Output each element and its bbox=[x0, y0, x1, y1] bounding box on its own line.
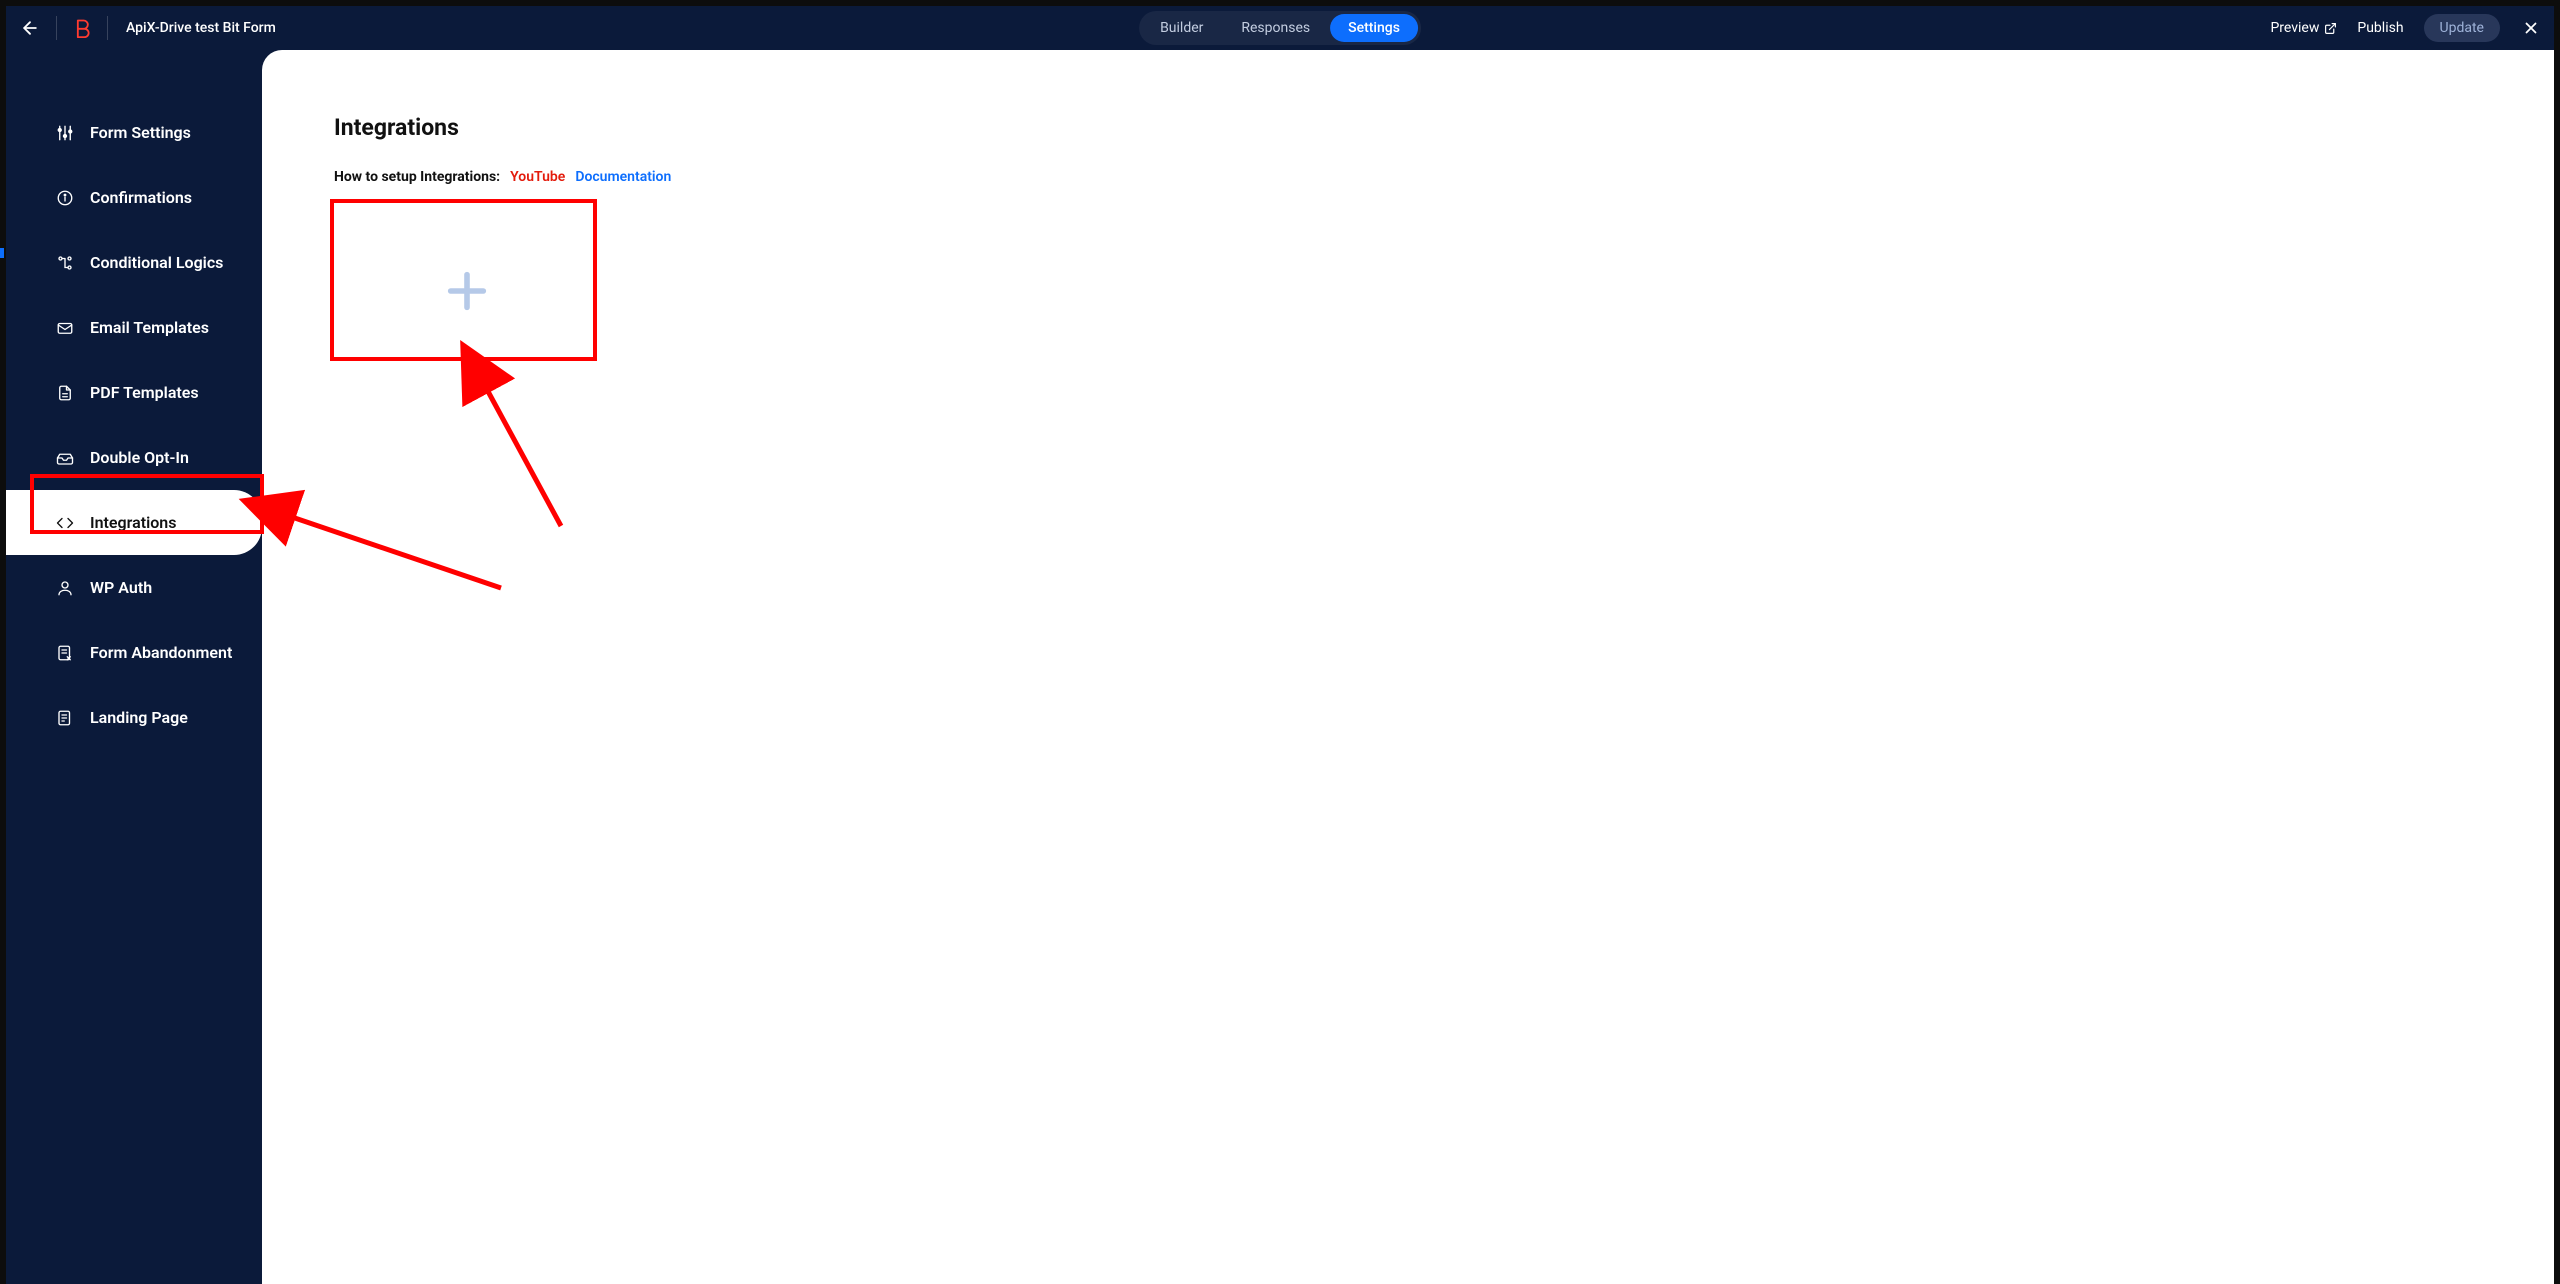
help-line: How to setup Integrations: YouTube Docum… bbox=[334, 169, 2482, 185]
top-bar: ApiX-Drive test Bit Form Builder Respons… bbox=[6, 6, 2554, 50]
sidebar-item-label: Form Settings bbox=[90, 123, 191, 142]
arrow-left-icon bbox=[20, 18, 40, 38]
sidebar-item-label: PDF Templates bbox=[90, 383, 199, 402]
sidebar-item-confirmations[interactable]: Confirmations bbox=[6, 165, 262, 230]
sidebar-item-pdf-templates[interactable]: PDF Templates bbox=[6, 360, 262, 425]
branch-icon bbox=[56, 254, 74, 272]
info-icon bbox=[56, 189, 74, 207]
app-window: ApiX-Drive test Bit Form Builder Respons… bbox=[6, 6, 2554, 1284]
code-icon bbox=[56, 514, 74, 532]
sidebar-item-wp-auth[interactable]: WP Auth bbox=[6, 555, 262, 620]
sidebar-item-landing-page[interactable]: Landing Page bbox=[6, 685, 262, 750]
form-edit-icon bbox=[56, 644, 74, 662]
external-link-icon bbox=[2324, 22, 2337, 35]
sidebar-item-integrations[interactable]: Integrations bbox=[6, 490, 262, 555]
sidebar-item-double-opt-in[interactable]: Double Opt-In bbox=[6, 425, 262, 490]
help-prefix: How to setup Integrations: bbox=[334, 169, 500, 185]
form-title: ApiX-Drive test Bit Form bbox=[126, 20, 276, 36]
tabs-switcher: Builder Responses Settings bbox=[1139, 11, 1421, 45]
close-button[interactable] bbox=[2520, 17, 2542, 39]
sidebar-item-label: Email Templates bbox=[90, 318, 209, 337]
sidebar-item-label: Conditional Logics bbox=[90, 253, 223, 272]
sidebar-item-form-settings[interactable]: Form Settings bbox=[6, 100, 262, 165]
back-button[interactable] bbox=[18, 16, 42, 40]
sidebar-item-label: WP Auth bbox=[90, 578, 152, 597]
bitform-logo-icon bbox=[72, 18, 92, 38]
app-body: Form Settings Confirmations Conditional … bbox=[6, 50, 2554, 1284]
tab-builder[interactable]: Builder bbox=[1142, 14, 1221, 42]
envelope-icon bbox=[56, 319, 74, 337]
sidebar-item-conditional-logics[interactable]: Conditional Logics bbox=[6, 230, 262, 295]
user-icon bbox=[56, 579, 74, 597]
tab-settings[interactable]: Settings bbox=[1330, 14, 1418, 42]
sidebar-item-label: Integrations bbox=[90, 513, 176, 532]
left-edge-indicator bbox=[0, 248, 4, 258]
settings-sidebar: Form Settings Confirmations Conditional … bbox=[6, 50, 262, 1284]
app-logo[interactable] bbox=[71, 17, 93, 39]
sidebar-item-email-templates[interactable]: Email Templates bbox=[6, 295, 262, 360]
sliders-icon bbox=[56, 124, 74, 142]
youtube-link[interactable]: YouTube bbox=[510, 169, 565, 185]
close-icon bbox=[2522, 19, 2540, 37]
sidebar-item-label: Landing Page bbox=[90, 708, 188, 727]
tab-responses[interactable]: Responses bbox=[1223, 14, 1328, 42]
publish-link[interactable]: Publish bbox=[2357, 20, 2403, 36]
sidebar-item-label: Double Opt-In bbox=[90, 448, 189, 467]
divider bbox=[107, 16, 108, 40]
page-heading: Integrations bbox=[334, 114, 2482, 141]
sidebar-item-form-abandonment[interactable]: Form Abandonment bbox=[6, 620, 262, 685]
plus-icon bbox=[439, 263, 495, 323]
preview-label: Preview bbox=[2270, 20, 2319, 36]
layout-icon bbox=[56, 709, 74, 727]
sidebar-item-label: Form Abandonment bbox=[90, 643, 232, 662]
update-button[interactable]: Update bbox=[2424, 14, 2500, 42]
file-icon bbox=[56, 384, 74, 402]
divider bbox=[56, 16, 57, 40]
inbox-icon bbox=[56, 449, 74, 467]
sidebar-item-label: Confirmations bbox=[90, 188, 192, 207]
preview-link[interactable]: Preview bbox=[2270, 20, 2337, 36]
content-area: Integrations How to setup Integrations: … bbox=[262, 50, 2554, 1284]
add-integration-card[interactable] bbox=[334, 213, 599, 373]
documentation-link[interactable]: Documentation bbox=[575, 169, 671, 185]
